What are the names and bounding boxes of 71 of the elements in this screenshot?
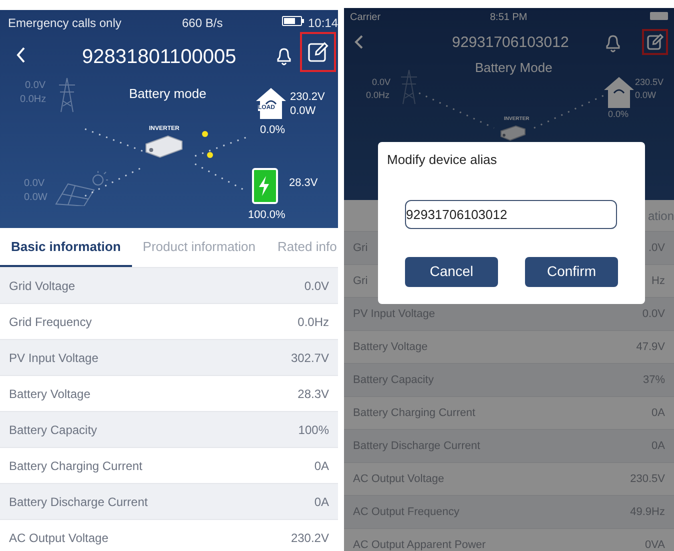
back-icon[interactable] [16,46,26,64]
power-tower-icon [56,76,78,114]
bell-icon[interactable] [275,46,293,66]
house-icon [602,74,636,109]
carrier-text: Carrier [350,11,381,25]
dialog-title: Modify device alias [387,151,497,169]
solar-panel-icon [54,170,110,206]
back-icon[interactable] [354,34,364,50]
row-value: 0A [314,458,329,474]
load-voltage: 230.2V [290,90,325,105]
row-value: 230.2V [290,530,329,546]
load-percent: 0.0% [260,123,286,138]
lightning-icon [258,176,270,196]
row-label: AC Output Apparent Power [353,538,486,551]
row-value: 0.0V [304,278,329,294]
row-value: 0VA [645,538,665,551]
row-value: 0A [652,406,665,421]
inverter-device-icon [499,124,527,141]
row-value: Hz [652,274,665,289]
row-value: 28.3V [298,386,329,402]
battery-voltage: 28.3V [289,176,318,191]
device-title: 92831801100005 [82,45,236,70]
battery-status-icon [282,16,304,26]
mode-text: Battery mode [129,85,206,103]
row-label: AC Output Voltage [9,530,108,546]
flow-dot-icon [206,151,214,159]
pv-power: 0.0W [24,191,48,205]
dialog-button[interactable]: Confirm [525,256,618,286]
dotted-flow-line [84,128,146,153]
alias-input-field[interactable]: 92931706103012 [405,200,617,228]
bell-icon[interactable] [604,33,622,53]
load-percent: 0.0% [608,108,629,121]
grid-voltage: 0.0V [25,79,46,93]
load-voltage: 230.5V [635,76,664,89]
row-label: PV Input Voltage [9,350,98,366]
grid-frequency: 0.0Hz [20,93,46,107]
mode-text: Battery Mode [475,59,552,77]
pv-voltage: 0.0V [24,177,45,191]
clock-time: 8:51 PM [490,11,528,25]
grid-frequency: 0.0Hz [366,89,390,102]
battery-status-icon [650,12,670,20]
row-label: Battery Voltage [353,340,428,355]
network-speed: 660 B/s [182,15,223,32]
row-value: 100% [298,422,329,438]
row-label: Grid Frequency [9,314,92,330]
grid-voltage: 0.0V [372,76,391,89]
clock-time: 10:14 [308,15,338,32]
row-label: Gri [353,274,368,289]
edit-icon[interactable] [307,41,329,63]
carrier-text: Emergency calls only [8,15,122,32]
battery-percent: 100.0% [248,208,286,223]
row-label: Grid Voltage [9,278,76,294]
load-power: 0.0W [635,89,656,102]
row-label: Battery Charging Current [353,406,476,421]
inverter-device-icon [144,134,184,158]
row-label: Battery Voltage [9,386,90,402]
row-value: 47.9V [636,340,665,355]
row-value: 302.7V [290,350,329,366]
house-icon [254,85,288,120]
row-label: Battery Charging Current [9,458,142,474]
row-value: 0.0Hz [298,314,329,330]
load-power: 0.0W [290,104,316,119]
row-value: 0A [314,494,329,510]
edit-icon[interactable] [646,33,664,51]
dialog-button[interactable]: Cancel [405,256,498,286]
row-label: Battery Discharge Current [9,494,148,510]
row-value: 230.5V [630,472,665,487]
device-title: 92931706103012 [452,33,569,53]
flow-dot-icon [201,130,209,138]
row-label: AC Output Voltage [353,472,444,487]
row-label: Battery Capacity [9,422,98,438]
